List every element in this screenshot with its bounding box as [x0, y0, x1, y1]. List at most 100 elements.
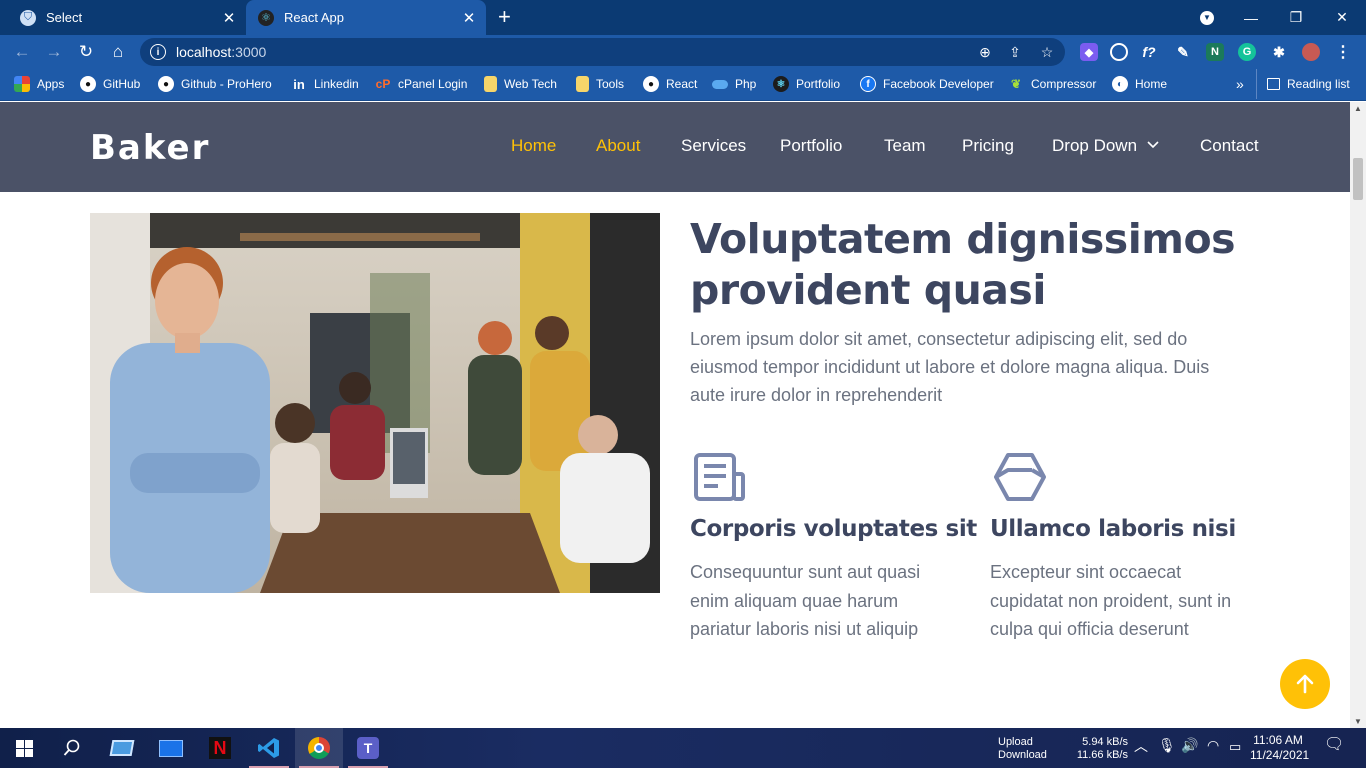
- teams-icon[interactable]: T: [344, 728, 392, 768]
- bookmark-php[interactable]: Php: [712, 69, 756, 99]
- vscode-icon[interactable]: [245, 728, 293, 768]
- browser-tab-select[interactable]: ⛉ Select ✕: [8, 0, 246, 35]
- bookmark-facebook-developer[interactable]: f Facebook Developer: [860, 69, 994, 99]
- nav-services[interactable]: Services: [681, 136, 746, 156]
- bookmark-linkedin[interactable]: in Linkedin: [291, 69, 359, 99]
- chrome-icon[interactable]: [295, 728, 343, 768]
- reload-icon[interactable]: ↻: [74, 40, 98, 64]
- profile-avatar[interactable]: [1302, 43, 1320, 61]
- folder-icon: [576, 76, 589, 92]
- nav-team[interactable]: Team: [884, 136, 926, 156]
- bookmark-label: Tools: [596, 77, 625, 91]
- notification-icon[interactable]: 🗨: [1324, 737, 1344, 753]
- bookmark-github[interactable]: ● GitHub: [80, 69, 140, 99]
- tab-search-icon[interactable]: ▼: [1185, 0, 1229, 35]
- feature-text: Excepteur sint occaecat cupidatat non pr…: [990, 558, 1255, 644]
- extensions-puzzle-icon[interactable]: ✱: [1270, 43, 1288, 61]
- bookmark-react[interactable]: ● React: [643, 69, 697, 99]
- site-info-icon[interactable]: i: [150, 44, 166, 60]
- bookmark-label: Web Tech: [504, 77, 557, 91]
- bookmark-web-tech[interactable]: Web Tech: [484, 69, 557, 99]
- reading-list-label: Reading list: [1287, 77, 1350, 91]
- windows-start-icon[interactable]: [0, 728, 48, 768]
- apps-grid-icon: [14, 76, 30, 92]
- scroll-down-arrow-icon[interactable]: ▼: [1350, 717, 1366, 726]
- bookmark-apps[interactable]: Apps: [14, 69, 64, 99]
- windows-update-app-icon[interactable]: [98, 728, 146, 768]
- extension-function-icon[interactable]: f?: [1140, 43, 1158, 61]
- bookmark-tools[interactable]: Tools: [576, 69, 624, 99]
- nav-about[interactable]: About: [596, 136, 640, 156]
- close-tab-icon[interactable]: ✕: [458, 9, 480, 27]
- bookmark-github-prohero[interactable]: ● Github - ProHero: [158, 69, 272, 99]
- folder-icon: [484, 76, 497, 92]
- speaker-icon[interactable]: 🔊: [1181, 738, 1198, 752]
- new-tab-button[interactable]: +: [498, 5, 511, 29]
- bookmark-cpanel[interactable]: cP cPanel Login: [375, 69, 468, 99]
- zoom-icon[interactable]: ⊕: [976, 44, 994, 61]
- battery-icon[interactable]: ▭: [1229, 740, 1241, 753]
- menu-kebab-icon[interactable]: ⋮: [1334, 43, 1352, 61]
- about-headline: Voluptatem dignissimos provident quasi: [690, 214, 1310, 316]
- back-arrow-icon[interactable]: ←: [10, 40, 34, 64]
- tray-chevron-up-icon[interactable]: ︿: [1134, 739, 1148, 753]
- address-bar[interactable]: i localhost:3000 ⊕ ⇪ ☆: [140, 38, 1065, 66]
- close-tab-icon[interactable]: ✕: [218, 9, 240, 27]
- shield-icon: ⛉: [20, 9, 36, 26]
- minimize-button[interactable]: —: [1229, 0, 1273, 35]
- microphone-icon[interactable]: 🎙: [1158, 738, 1176, 752]
- home-globe-icon: ◐: [1112, 76, 1128, 92]
- scrollbar-thumb[interactable]: [1353, 158, 1363, 200]
- bookmark-home[interactable]: ◐ Home: [1112, 69, 1167, 99]
- browser-tab-react-app[interactable]: ⚛ React App ✕: [246, 0, 486, 35]
- restore-button[interactable]: ❐: [1274, 0, 1318, 35]
- grammarly-icon[interactable]: G: [1238, 43, 1256, 61]
- cloud-icon: [712, 79, 728, 89]
- clock[interactable]: 11:06 AM 11/24/2021: [1250, 733, 1309, 763]
- mail-icon[interactable]: [147, 728, 195, 768]
- reading-list-button[interactable]: Reading list: [1256, 69, 1350, 99]
- site-logo[interactable]: Baker: [90, 128, 210, 168]
- lead-line: aute irure dolor in reprehenderit: [690, 385, 943, 405]
- back-to-top-button[interactable]: [1280, 659, 1330, 709]
- bookmark-portfolio[interactable]: ⚛ Portfolio: [773, 69, 840, 99]
- nav-contact[interactable]: Contact: [1200, 136, 1259, 156]
- extension-purple-icon[interactable]: ◆: [1080, 43, 1098, 61]
- headline-line: provident quasi: [690, 266, 1046, 314]
- nav-portfolio[interactable]: Portfolio: [780, 136, 842, 156]
- share-icon[interactable]: ⇪: [1006, 44, 1024, 61]
- overflow-chevron-icon: »: [1236, 76, 1244, 92]
- bookmark-compressor[interactable]: ❦ Compressor: [1008, 69, 1096, 99]
- photo-illustration: [90, 213, 660, 593]
- netflix-icon[interactable]: N: [196, 728, 244, 768]
- home-icon[interactable]: ⌂: [106, 40, 130, 64]
- tab-title: React App: [284, 10, 344, 25]
- cube-icon: [994, 453, 1046, 501]
- github-icon: ●: [80, 76, 96, 92]
- search-icon[interactable]: [48, 728, 96, 768]
- extension-n-icon[interactable]: N: [1206, 43, 1224, 61]
- scroll-up-arrow-icon[interactable]: ▲: [1350, 104, 1366, 113]
- bookmarks-bar: Apps ● GitHub ● Github - ProHero in Link…: [0, 69, 1366, 101]
- nav-pricing[interactable]: Pricing: [962, 136, 1014, 156]
- close-window-button[interactable]: ✕: [1320, 0, 1364, 35]
- color-picker-icon[interactable]: ✎: [1174, 43, 1192, 61]
- tab-title: Select: [46, 10, 83, 25]
- bookmarks-overflow-button[interactable]: »: [1236, 69, 1244, 99]
- forward-arrow-icon[interactable]: →: [42, 40, 66, 64]
- bookmark-label: Apps: [37, 77, 65, 91]
- nav-home[interactable]: Home: [511, 136, 556, 156]
- extension-ring-icon[interactable]: [1110, 43, 1128, 61]
- wifi-icon[interactable]: ◠: [1207, 738, 1219, 752]
- bookmark-label: Linkedin: [314, 77, 359, 91]
- page-scrollbar[interactable]: ▲ ▼: [1350, 102, 1366, 728]
- bookmark-star-icon[interactable]: ☆: [1038, 44, 1056, 61]
- lead-line: Lorem ipsum dolor sit amet, consectetur …: [690, 329, 1188, 349]
- nav-drop-down[interactable]: Drop Down: [1052, 136, 1160, 156]
- feature-text-line: Consequuntur sunt aut quasi: [690, 562, 921, 582]
- bookmark-label: GitHub: [103, 77, 141, 91]
- feature-text-line: pariatur laboris nisi ut aliquip: [690, 619, 919, 639]
- team-office-photo: [90, 213, 660, 593]
- upload-label: Upload: [998, 736, 1033, 748]
- facebook-icon: f: [860, 76, 876, 92]
